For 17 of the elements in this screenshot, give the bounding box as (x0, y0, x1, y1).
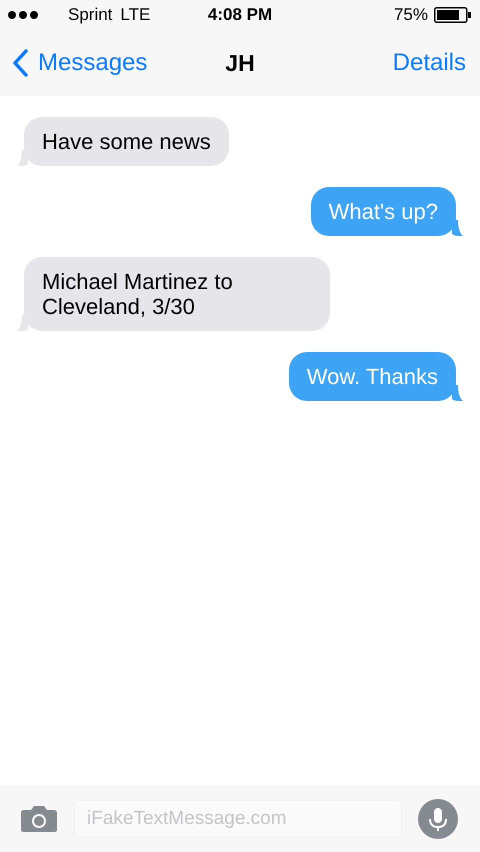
camera-icon[interactable] (20, 804, 58, 832)
bubble-tail (452, 220, 463, 236)
chevron-left-icon (12, 49, 28, 77)
back-label: Messages (38, 49, 148, 77)
bubble-tail (452, 385, 463, 401)
bubble-tail (17, 150, 28, 166)
battery-percent: 75% (394, 5, 428, 25)
network-type: LTE (120, 5, 150, 25)
status-time: 4:08 PM (208, 5, 272, 25)
back-button[interactable]: Messages (12, 49, 148, 77)
signal-icon (8, 11, 38, 19)
bubble-tail (17, 315, 28, 331)
microphone-icon[interactable] (418, 798, 458, 838)
battery-icon (434, 7, 472, 23)
carrier-name: Sprint (68, 5, 112, 25)
details-button[interactable]: Details (392, 49, 468, 77)
contact-name: JH (225, 50, 255, 76)
